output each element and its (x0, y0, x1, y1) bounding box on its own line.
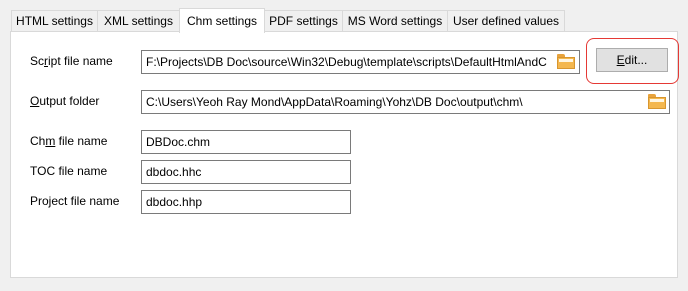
tab-xml-settings[interactable]: XML settings (97, 10, 180, 31)
label-accelerator: m (45, 134, 56, 148)
edit-button-highlight (586, 38, 679, 84)
tab-ms-word-settings[interactable]: MS Word settings (342, 10, 448, 31)
toc-file-input[interactable]: dbdoc.hhc (141, 160, 351, 184)
tab-pdf-settings[interactable]: PDF settings (264, 10, 343, 31)
script-file-label: Script file name (30, 54, 113, 68)
label-text: ipt file name (48, 54, 113, 68)
project-file-label: Project file name (30, 194, 120, 208)
chm-file-label: Chm file name (30, 134, 108, 148)
label-text: file name (55, 134, 108, 148)
output-folder-label: Output folder (30, 94, 99, 108)
output-folder-value: C:\Users\Yeoh Ray Mond\AppData\Roaming\Y… (146, 95, 523, 109)
label-accelerator: O (30, 94, 40, 108)
project-file-input[interactable]: dbdoc.hhp (141, 190, 351, 214)
script-file-input[interactable]: F:\Projects\DB Doc\source\Win32\Debug\te… (141, 50, 580, 74)
folder-icon[interactable] (648, 94, 666, 109)
script-file-value: F:\Projects\DB Doc\source\Win32\Debug\te… (146, 55, 547, 69)
label-text: Sc (30, 54, 45, 68)
tab-html-settings[interactable]: HTML settings (11, 10, 98, 31)
tab-user-defined-values[interactable]: User defined values (447, 10, 565, 31)
chm-file-input[interactable]: DBDoc.chm (141, 130, 351, 154)
folder-icon[interactable] (557, 54, 575, 69)
output-folder-input[interactable]: C:\Users\Yeoh Ray Mond\AppData\Roaming\Y… (141, 90, 670, 114)
toc-file-label: TOC file name (30, 164, 108, 178)
label-text: utput folder (39, 94, 100, 108)
tab-chm-settings[interactable]: Chm settings (179, 8, 265, 33)
